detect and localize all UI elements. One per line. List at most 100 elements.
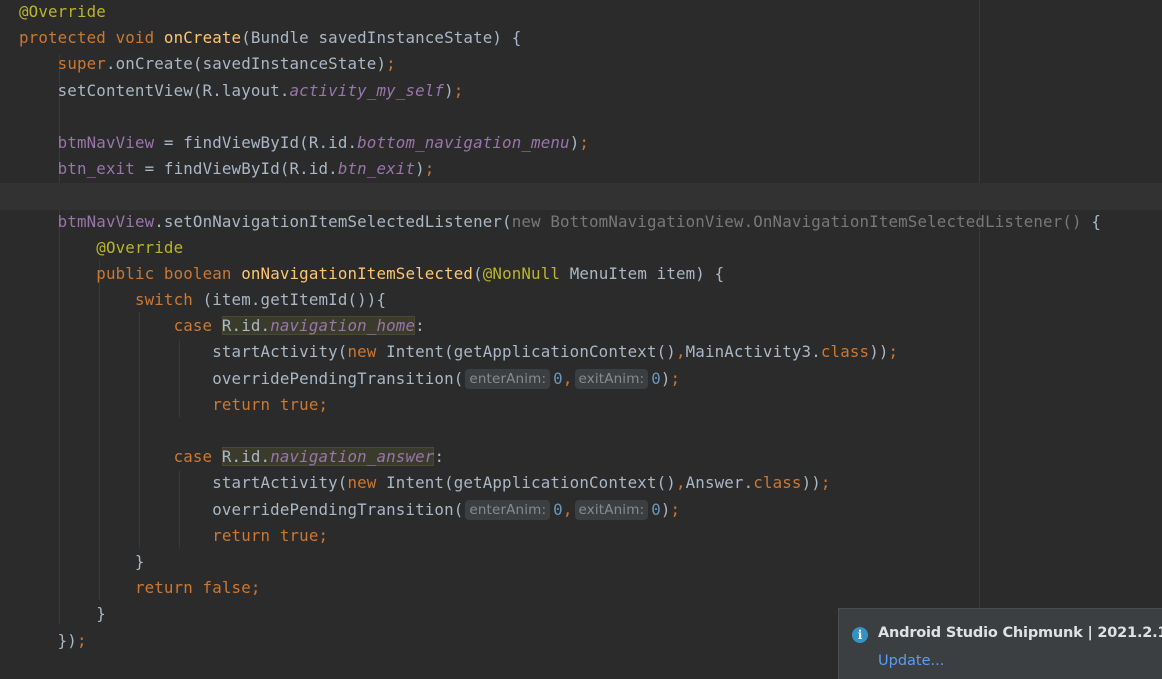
token: ;: [670, 368, 681, 388]
code-line[interactable]: }: [0, 550, 1162, 576]
parameter-hint: enterAnim:: [465, 499, 551, 520]
token: Answer.: [685, 473, 754, 493]
code-line[interactable]: btmNavView = findViewById(R.id.bottom_na…: [0, 131, 1162, 157]
token: switch: [134, 290, 193, 310]
token: protected void: [19, 28, 164, 48]
code-lines[interactable]: @Override protected void onCreate(Bundle…: [0, 0, 1162, 655]
token: ;: [386, 54, 396, 74]
code-line[interactable]: [0, 419, 1162, 445]
token: 0: [553, 499, 563, 519]
token: 0: [651, 368, 661, 388]
token: ;: [670, 499, 681, 519]
token: onCreate: [163, 28, 242, 48]
token: ,: [675, 342, 686, 362]
info-icon: i: [852, 627, 868, 643]
token: ;: [76, 630, 87, 650]
token: )): [801, 473, 821, 493]
token: )): [869, 342, 889, 362]
token: ;: [453, 80, 464, 100]
code-line[interactable]: switch (item.getItemId()){: [0, 288, 1162, 314]
token: = findViewById(R.id.: [134, 159, 338, 179]
code-line[interactable]: return true;: [0, 393, 1162, 419]
code-line[interactable]: btn_exit = findViewById(R.id.btn_exit);: [0, 157, 1162, 183]
token: onNavigationItemSelected: [241, 263, 474, 283]
token: navigation_home: [270, 316, 416, 336]
token: R.id.: [221, 316, 271, 336]
token: public boolean: [96, 263, 242, 283]
token: overridePendingTransition(: [19, 499, 464, 519]
code-editor[interactable]: @Override protected void onCreate(Bundle…: [0, 0, 1162, 679]
token: return true;: [212, 525, 329, 545]
code-line[interactable]: overridePendingTransition(enterAnim: 0, ex…: [0, 498, 1162, 524]
code-line[interactable]: super.onCreate(savedInstanceState);: [0, 52, 1162, 78]
code-line[interactable]: case R.id.navigation_home:: [0, 314, 1162, 340]
code-line[interactable]: protected void onCreate(Bundle savedInst…: [0, 26, 1162, 52]
token: 0: [651, 499, 661, 519]
token: ): [569, 132, 580, 152]
code-line[interactable]: [0, 105, 1162, 131]
code-line[interactable]: return true;: [0, 524, 1162, 550]
token: MenuItem item) {: [560, 263, 725, 283]
code-line[interactable]: public boolean onNavigationItemSelected(…: [0, 262, 1162, 288]
token: class: [820, 342, 870, 362]
token: btmNavView: [57, 132, 155, 152]
code-line[interactable]: case R.id.navigation_answer:: [0, 445, 1162, 471]
code-line[interactable]: @Override: [0, 0, 1162, 26]
token: new: [347, 473, 387, 493]
token: return false;: [134, 578, 261, 598]
code-line-current[interactable]: [0, 183, 1162, 210]
token: new: [347, 342, 387, 362]
token: = findViewById(R.id.: [154, 132, 358, 152]
token: {: [1081, 211, 1102, 231]
token: (item.getItemId()){: [192, 290, 387, 310]
token: btn_exit: [337, 159, 416, 179]
update-link[interactable]: Update...: [878, 653, 944, 669]
token: @Override: [96, 237, 184, 257]
token: ): [660, 499, 671, 519]
token: startActivity(: [19, 473, 348, 493]
code-line[interactable]: btmNavView.setOnNavigationItemSelectedLi…: [0, 210, 1162, 236]
code-line[interactable]: overridePendingTransition(enterAnim: 0, ex…: [0, 367, 1162, 393]
token: btn_exit: [57, 159, 135, 179]
token: startActivity(: [19, 342, 348, 362]
code-line[interactable]: setContentView(R.layout.activity_my_self…: [0, 79, 1162, 105]
token: .setOnNavigationItemSelectedListener(: [154, 211, 512, 231]
update-notification[interactable]: i Android Studio Chipmunk | 2021.2.1 Pat…: [838, 608, 1162, 679]
token: }: [19, 604, 106, 624]
token: :: [415, 316, 425, 336]
token: (: [473, 263, 483, 283]
token: btmNavView: [57, 211, 155, 231]
code-line[interactable]: startActivity(new Intent(getApplicationC…: [0, 471, 1162, 497]
parameter-hint: exitAnim:: [574, 368, 649, 389]
code-line[interactable]: startActivity(new Intent(getApplicationC…: [0, 340, 1162, 366]
token: overridePendingTransition(: [19, 368, 464, 388]
token: ): [415, 159, 425, 179]
token: activity_my_self: [289, 80, 445, 100]
code-line[interactable]: @Override: [0, 236, 1162, 262]
token: ,: [562, 499, 573, 519]
token: ,: [675, 473, 686, 493]
token: super: [57, 54, 106, 74]
token: navigation_answer: [270, 447, 435, 467]
token: ): [660, 368, 671, 388]
token: case: [173, 447, 222, 467]
token: return true;: [212, 394, 329, 414]
token: ;: [424, 159, 435, 179]
token: (Bundle savedInstanceState) {: [241, 28, 522, 48]
token: R.id.: [221, 447, 271, 467]
token: class: [753, 473, 802, 493]
parameter-hint: enterAnim:: [465, 368, 551, 389]
token: Intent(getApplicationContext(): [386, 473, 676, 493]
token: bottom_navigation_menu: [357, 132, 570, 152]
code-line[interactable]: return false;: [0, 576, 1162, 602]
token: new BottomNavigationView.OnNavigationIte…: [511, 211, 1082, 231]
token: :: [434, 447, 445, 467]
